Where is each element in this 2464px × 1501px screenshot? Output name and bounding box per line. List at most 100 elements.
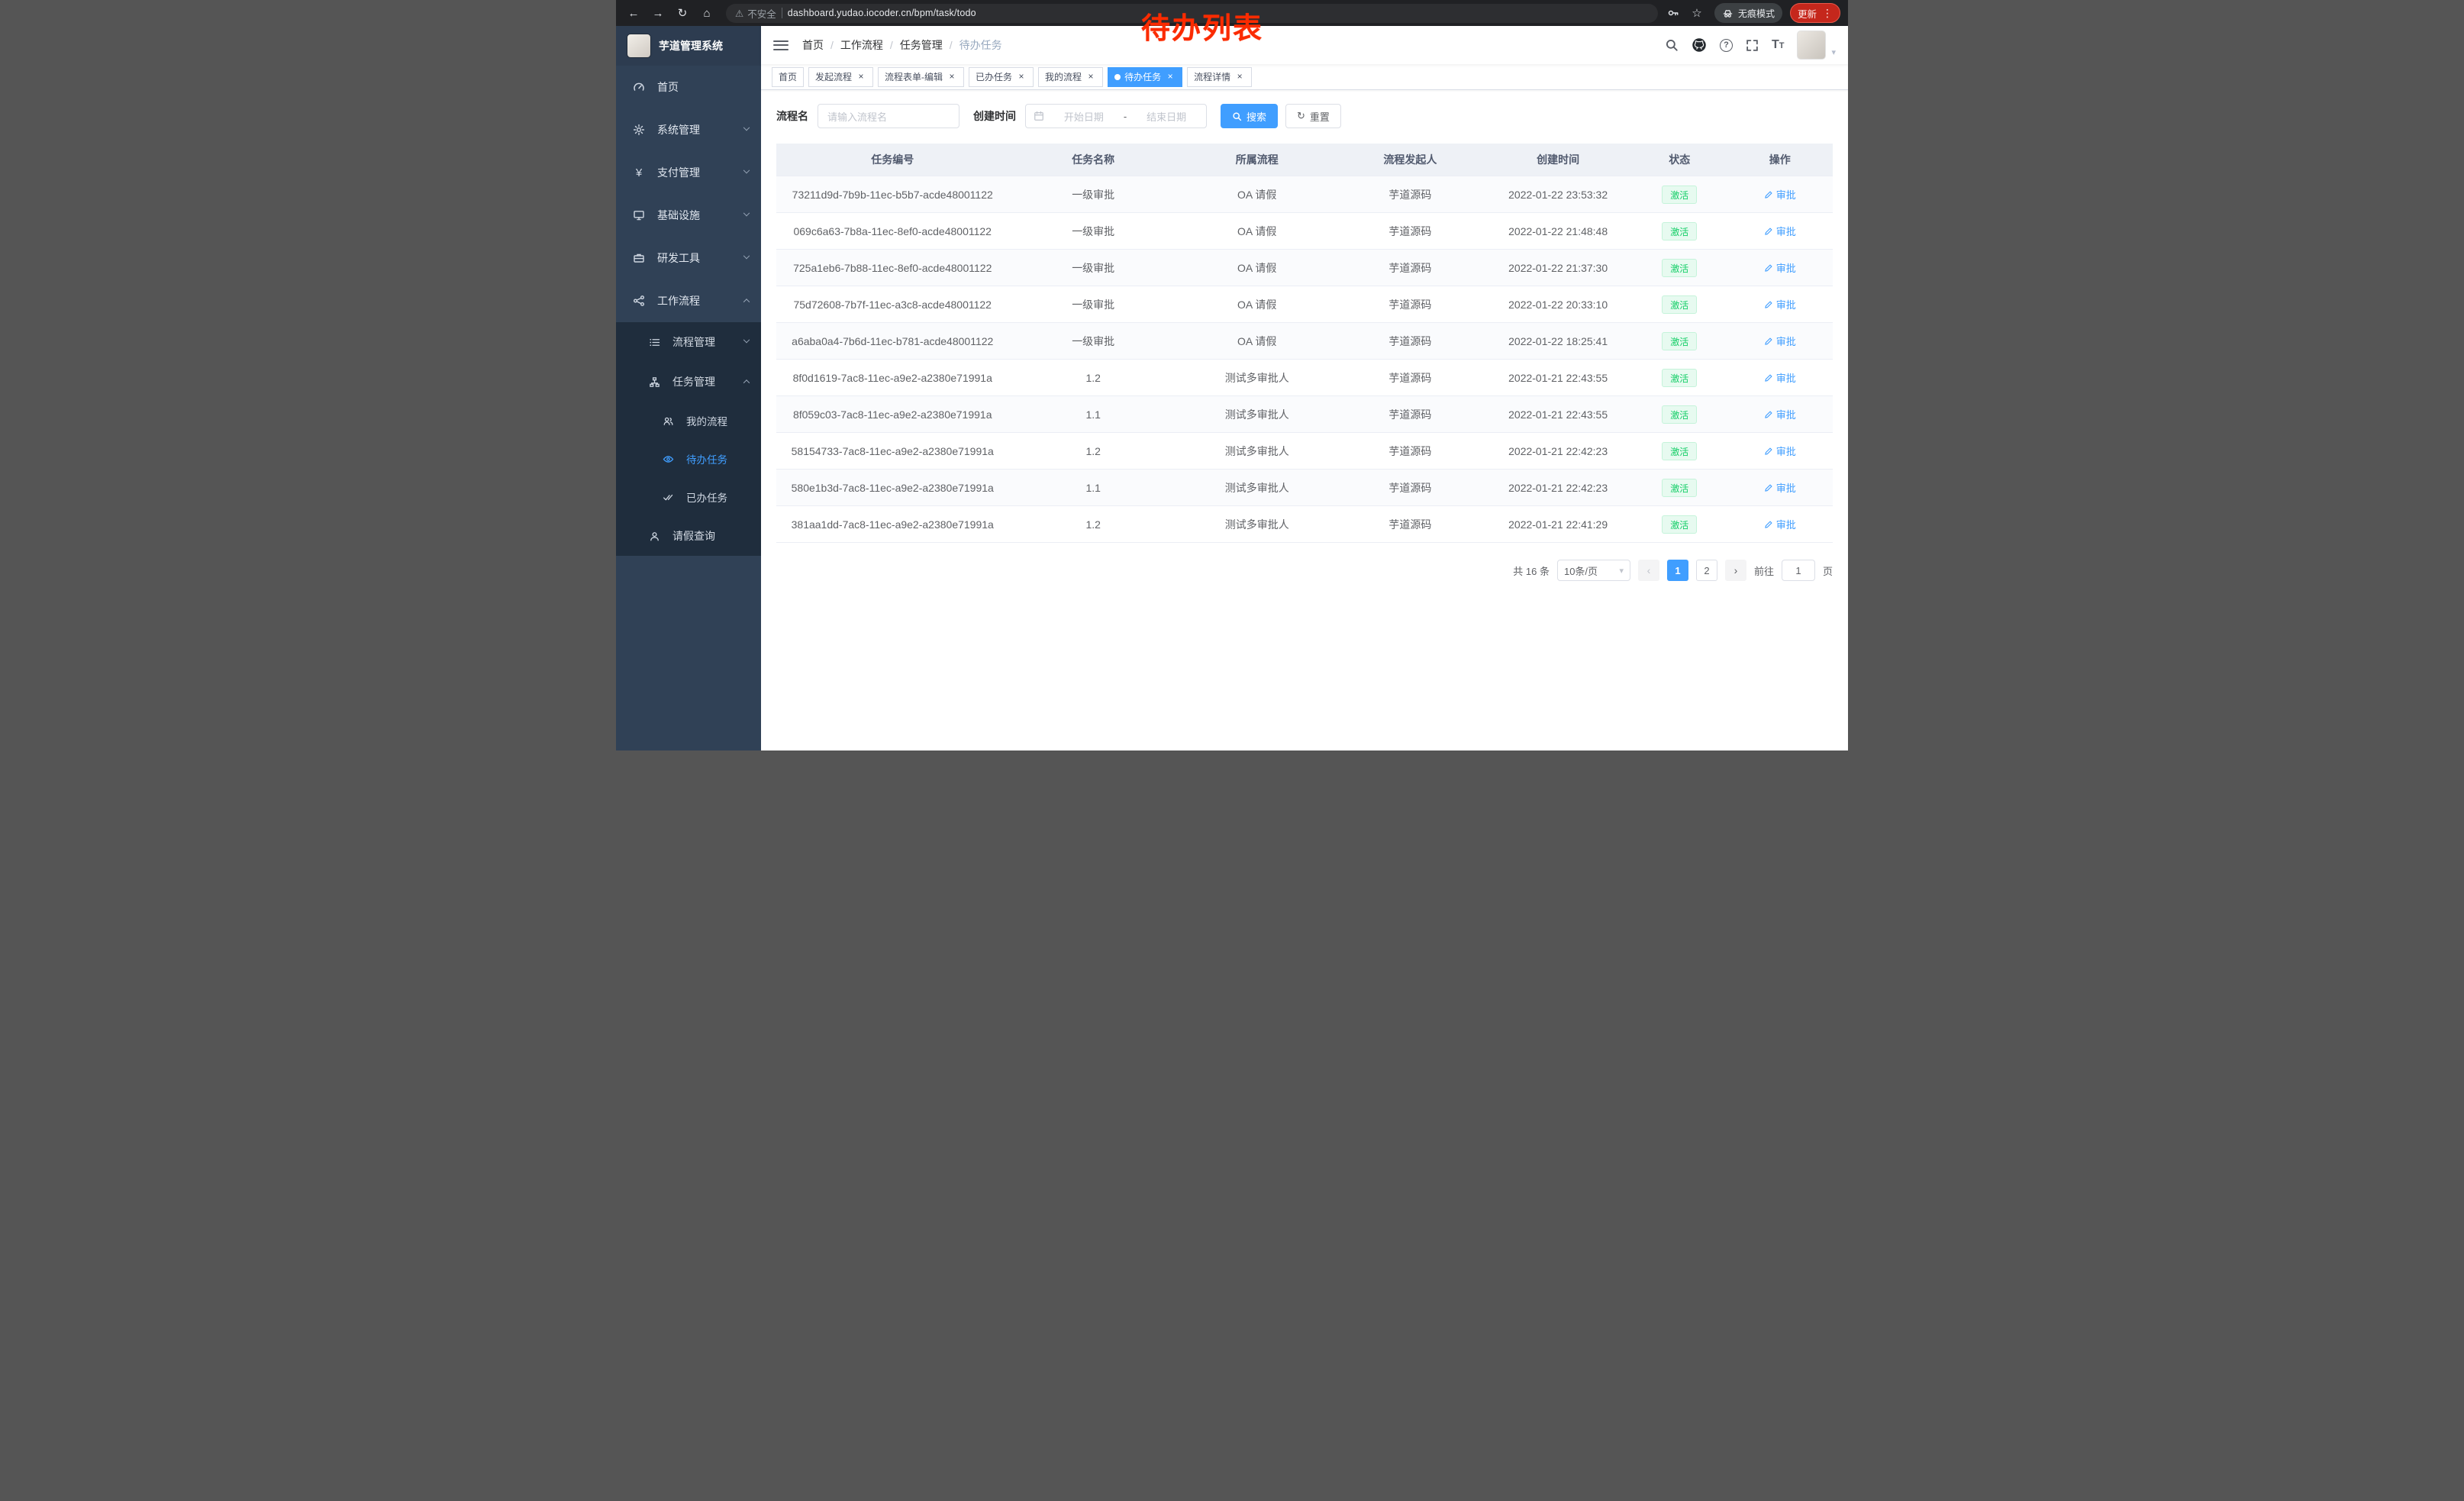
search-icon[interactable] xyxy=(1665,38,1679,52)
browser-refresh-button[interactable]: ↻ xyxy=(672,3,692,23)
font-size-icon[interactable]: TT xyxy=(1772,38,1785,52)
breadcrumb-separator: / xyxy=(890,39,893,51)
chevron-down-icon: ▾ xyxy=(1619,566,1624,576)
sidebar-item-my-process[interactable]: 我的流程 xyxy=(616,402,761,440)
eye-icon xyxy=(660,454,676,465)
approve-button[interactable]: 审批 xyxy=(1764,187,1796,202)
close-icon[interactable]: × xyxy=(1016,72,1027,82)
tab-start-process[interactable]: 发起流程 × xyxy=(808,67,873,87)
tab-my-process[interactable]: 我的流程 × xyxy=(1038,67,1103,87)
page-2-button[interactable]: 2 xyxy=(1696,560,1717,581)
create-time-cell: 2022-01-21 22:42:23 xyxy=(1484,445,1632,457)
table-header: 任务编号 任务名称 所属流程 流程发起人 创建时间 状态 操作 xyxy=(776,144,1833,176)
filter-bar: 流程名 请输入流程名 创建时间 开始日期 - 结束日期 xyxy=(776,104,1833,128)
chevron-down-icon xyxy=(743,124,750,131)
breadcrumb-home[interactable]: 首页 xyxy=(802,37,824,53)
process-name-input[interactable]: 请输入流程名 xyxy=(818,104,959,128)
approve-button[interactable]: 审批 xyxy=(1764,480,1796,495)
approve-button[interactable]: 审批 xyxy=(1764,297,1796,311)
pencil-icon xyxy=(1764,410,1773,419)
task-name-cell: 1.1 xyxy=(1008,482,1177,494)
approve-button[interactable]: 审批 xyxy=(1764,260,1796,275)
starter-cell: 芋道源码 xyxy=(1337,517,1485,532)
sidebar-item-system[interactable]: 系统管理 xyxy=(616,108,761,151)
tab-process-detail[interactable]: 流程详情 × xyxy=(1187,67,1252,87)
sidebar-item-infrastructure[interactable]: 基础设施 xyxy=(616,194,761,237)
overlay-annotation: 待办列表 xyxy=(1141,5,1263,47)
not-secure-warning[interactable]: ⚠ 不安全 xyxy=(735,6,776,21)
sidebar-item-label: 请假查询 xyxy=(672,528,715,544)
reset-button[interactable]: ↻ 重置 xyxy=(1285,104,1341,128)
page-unit-label: 页 xyxy=(1823,563,1833,578)
breadcrumb-workflow[interactable]: 工作流程 xyxy=(840,37,883,53)
approve-button[interactable]: 审批 xyxy=(1764,334,1796,348)
status-badge: 激活 xyxy=(1662,259,1697,277)
tab-todo-tasks[interactable]: 待办任务 × xyxy=(1108,67,1182,87)
breadcrumb-task-management[interactable]: 任务管理 xyxy=(900,37,943,53)
sidebar-item-label: 流程管理 xyxy=(672,334,715,350)
not-secure-label: 不安全 xyxy=(747,6,776,21)
sidebar-item-leave-query[interactable]: 请假查询 xyxy=(616,516,761,556)
reset-button-label: 重置 xyxy=(1310,109,1330,124)
fullscreen-icon[interactable] xyxy=(1746,39,1759,52)
task-name-cell: 一级审批 xyxy=(1008,297,1177,312)
sidebar-item-workflow[interactable]: 工作流程 xyxy=(616,279,761,322)
dashboard-icon xyxy=(631,81,647,93)
tab-form-edit[interactable]: 流程表单-编辑 × xyxy=(878,67,964,87)
sidebar-item-devtools[interactable]: 研发工具 xyxy=(616,237,761,279)
browser-back-button[interactable]: ← xyxy=(624,3,643,23)
process-cell: OA 请假 xyxy=(1178,334,1337,349)
starter-cell: 芋道源码 xyxy=(1337,224,1485,239)
tab-label: 待办任务 xyxy=(1124,70,1161,83)
date-range-picker[interactable]: 开始日期 - 结束日期 xyxy=(1025,104,1207,128)
sidebar-item-done-tasks[interactable]: 已办任务 xyxy=(616,478,761,516)
prev-page-button[interactable]: ‹ xyxy=(1638,560,1659,581)
help-icon[interactable]: ? xyxy=(1720,39,1733,52)
refresh-icon: ↻ xyxy=(1297,110,1305,122)
page-size-select[interactable]: 10条/页 ▾ xyxy=(1557,560,1630,581)
close-icon[interactable]: × xyxy=(1165,72,1176,82)
sidebar-item-task-management[interactable]: 任务管理 xyxy=(616,362,761,402)
task-id-cell: 8f0d1619-7ac8-11ec-a9e2-a2380e71991a xyxy=(776,372,1008,384)
github-icon[interactable] xyxy=(1692,37,1707,53)
bookmark-star-icon[interactable]: ☆ xyxy=(1687,3,1707,23)
page-1-button[interactable]: 1 xyxy=(1667,560,1688,581)
app-logo[interactable]: 芋道管理系统 xyxy=(616,26,761,66)
next-page-button[interactable]: › xyxy=(1725,560,1746,581)
sidebar-item-todo-tasks[interactable]: 待办任务 xyxy=(616,440,761,478)
sidebar-item-process-management[interactable]: 流程管理 xyxy=(616,322,761,362)
approve-button[interactable]: 审批 xyxy=(1764,407,1796,421)
approve-button[interactable]: 审批 xyxy=(1764,224,1796,238)
approve-button[interactable]: 审批 xyxy=(1764,370,1796,385)
sidebar-item-payment[interactable]: ¥ 支付管理 xyxy=(616,151,761,194)
tab-done-tasks[interactable]: 已办任务 × xyxy=(969,67,1034,87)
close-icon[interactable]: × xyxy=(1234,72,1245,82)
close-icon[interactable]: × xyxy=(856,72,866,82)
close-icon[interactable]: × xyxy=(1085,72,1096,82)
browser-home-button[interactable]: ⌂ xyxy=(697,3,717,23)
browser-update-button[interactable]: 更新 ⋮ xyxy=(1790,3,1840,23)
logo-image xyxy=(627,34,651,58)
search-button[interactable]: 搜索 xyxy=(1221,104,1278,128)
create-time-cell: 2022-01-22 23:53:32 xyxy=(1484,189,1632,201)
browser-menu-icon[interactable]: ⋮ xyxy=(1822,7,1833,20)
approve-label: 审批 xyxy=(1776,517,1796,531)
table-row: 580e1b3d-7ac8-11ec-a9e2-a2380e71991a 1.1… xyxy=(776,469,1833,505)
sidebar-item-label: 我的流程 xyxy=(686,413,727,428)
goto-page-input[interactable]: 1 xyxy=(1782,560,1815,581)
sidebar-toggle-icon[interactable] xyxy=(773,40,789,50)
approve-button[interactable]: 审批 xyxy=(1764,517,1796,531)
status-badge: 激活 xyxy=(1662,442,1697,460)
tab-label: 发起流程 xyxy=(815,70,852,83)
avatar[interactable] xyxy=(1797,31,1826,60)
task-name-cell: 1.2 xyxy=(1008,372,1177,384)
create-time-label: 创建时间 xyxy=(973,108,1016,124)
sidebar-item-home[interactable]: 首页 xyxy=(616,66,761,108)
password-key-icon[interactable] xyxy=(1667,7,1679,19)
goto-label: 前往 xyxy=(1754,563,1774,578)
tab-home[interactable]: 首页 xyxy=(772,67,804,87)
approve-button[interactable]: 审批 xyxy=(1764,444,1796,458)
browser-forward-button[interactable]: → xyxy=(648,3,668,23)
avatar-caret-icon[interactable]: ▾ xyxy=(1831,47,1836,57)
close-icon[interactable]: × xyxy=(947,72,957,82)
